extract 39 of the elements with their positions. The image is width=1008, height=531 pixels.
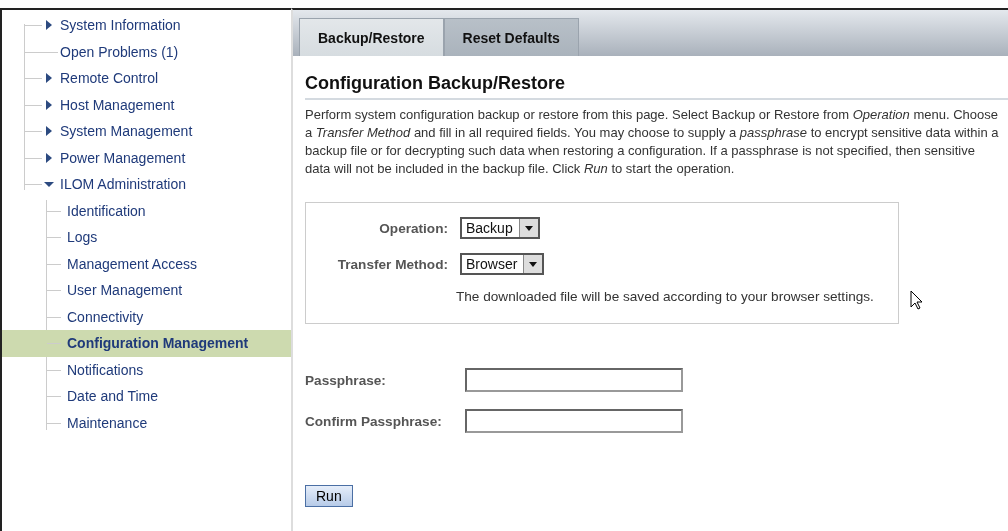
sidebar-item[interactable]: Notifications xyxy=(2,356,291,383)
sidebar-item[interactable]: ILOM Administration xyxy=(2,171,291,198)
sidebar-item[interactable]: Connectivity xyxy=(2,303,291,330)
expand-icon[interactable] xyxy=(44,99,54,110)
confirm-passphrase-field[interactable] xyxy=(465,409,683,433)
expand-icon[interactable] xyxy=(44,152,54,163)
info-text: The downloaded file will be saved according to your browser settings. xyxy=(456,289,875,304)
passphrase-field[interactable] xyxy=(465,368,683,392)
collapse-icon[interactable] xyxy=(44,179,54,189)
description-text: Perform system configuration backup or restore from this page. Select Backup or Restore from Operation menu. Choose a Transfer Method and fill in all required fields. You may choose to supply a passphrase to encrypt sensitive data within a backup file or for decrypting such data when restoring a configuration. If a passphrase is not specified, then sensitive data will not be included in the backup file. Click Run to start the operation. xyxy=(305,106,1000,178)
run-button[interactable]: Run xyxy=(305,485,353,507)
expand-icon[interactable] xyxy=(44,20,54,30)
sidebar-item[interactable]: Date and Time xyxy=(2,383,291,410)
sidebar-item[interactable]: Identification xyxy=(2,197,291,224)
field-label: Transfer Method: xyxy=(336,256,448,272)
caret-icon[interactable] xyxy=(523,255,543,273)
tab[interactable]: Backup/Restore xyxy=(299,18,444,56)
sidebar-item[interactable]: Remote Control xyxy=(2,65,291,92)
pointer-icon xyxy=(910,290,924,310)
transfer-method-dropdown[interactable]: Browser xyxy=(460,253,545,275)
sidebar-item[interactable]: Management Access xyxy=(2,250,291,277)
operation-dropdown[interactable]: Backup xyxy=(460,217,540,239)
sidebar-item[interactable]: Configuration Management xyxy=(2,330,291,357)
field-label: Operation: xyxy=(378,220,448,236)
tab[interactable]: Reset Defaults xyxy=(443,18,579,56)
sidebar-item[interactable]: User Management xyxy=(2,277,291,304)
sidebar-item[interactable]: Power Management xyxy=(2,144,291,171)
expand-icon[interactable] xyxy=(44,126,54,136)
sidebar-item[interactable]: Open Problems (1) xyxy=(2,38,291,65)
sidebar-item[interactable]: Maintenance xyxy=(2,409,291,436)
sidebar-item[interactable]: Host Management xyxy=(2,91,291,118)
field-label: Confirm Passphrase: xyxy=(305,413,443,429)
page-heading: Configuration Backup/Restore xyxy=(305,73,1008,100)
sidebar-item[interactable]: System Management xyxy=(2,118,291,145)
sidebar-item[interactable]: Logs xyxy=(2,224,291,251)
caret-icon[interactable] xyxy=(518,219,538,237)
sidebar-item[interactable]: System Information xyxy=(2,12,291,39)
expand-icon[interactable] xyxy=(44,73,54,83)
field-label: Passphrase: xyxy=(305,372,387,388)
